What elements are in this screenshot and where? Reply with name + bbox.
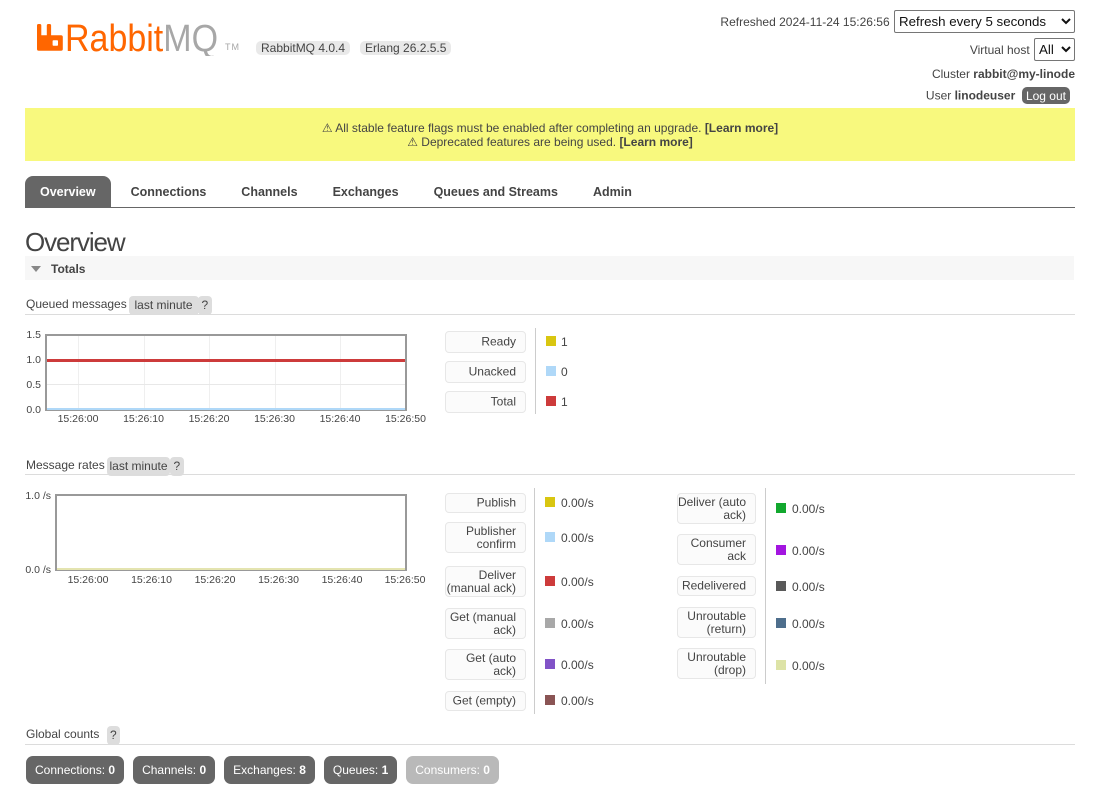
svg-text:TM: TM <box>225 42 240 52</box>
svg-text:RabbitMQ: RabbitMQ <box>65 20 218 56</box>
